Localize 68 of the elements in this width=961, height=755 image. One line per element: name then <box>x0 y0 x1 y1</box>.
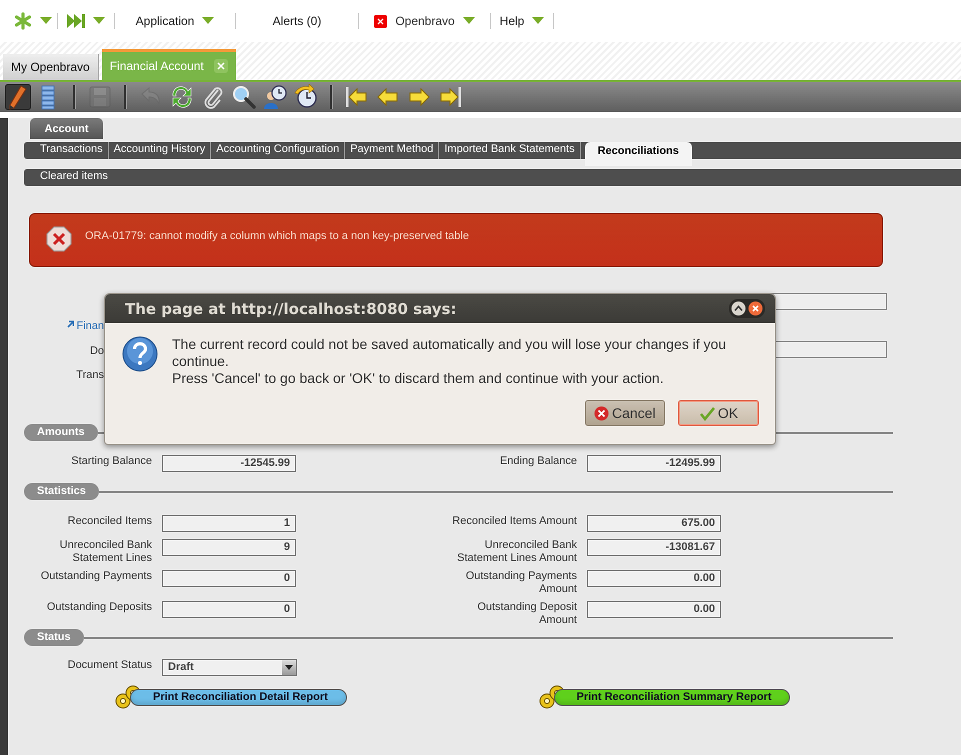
menu-label[interactable]: Help <box>500 14 524 28</box>
print-report-button[interactable]: Print Reconciliation Summary Report <box>554 688 790 706</box>
number-field: 0 <box>162 601 296 618</box>
question-icon <box>122 336 158 372</box>
cancel-icon <box>594 406 609 420</box>
ok-button[interactable]: OK <box>678 400 759 426</box>
alerts-link[interactable]: Alerts (0) <box>272 14 322 28</box>
sub-tab[interactable]: Imported Bank Statements <box>439 142 581 159</box>
field-label: Ending Balance <box>498 455 578 469</box>
field-label: Outstanding Deposits <box>46 601 153 615</box>
sub-tab[interactable]: Reconciliations <box>584 142 692 166</box>
field-label: Trans <box>76 369 104 381</box>
field-label: Reconciled Items <box>66 515 153 529</box>
dialog-message: The current record could not be saved automatically and you will lose your changes if you continue. Press 'Cancel' to go back or 'OK' to discard them and continue with your action. <box>172 336 728 387</box>
search-icon <box>231 84 257 110</box>
dropdown-arrow-icon[interactable] <box>285 665 293 670</box>
sub-tab[interactable]: Transactions <box>34 142 109 159</box>
maximize-icon[interactable] <box>731 301 746 316</box>
field-label: Do <box>90 345 104 357</box>
checkmark-icon <box>698 406 715 420</box>
field-label: Outstanding Payments Amount <box>464 570 578 596</box>
dialog-title: The page at http://localhost:8080 says: <box>125 300 456 318</box>
field-label: Outstanding Payments <box>40 570 153 584</box>
search-button[interactable] <box>231 84 257 110</box>
status-select[interactable]: Draft <box>162 659 297 676</box>
print-report-button[interactable]: Print Reconciliation Detail Report <box>130 688 347 706</box>
number-field: -12545.99 <box>162 455 296 472</box>
sub-tab[interactable]: Payment Method <box>345 142 440 159</box>
caret-icon[interactable] <box>40 17 52 25</box>
number-field: 9 <box>162 539 296 556</box>
field-label: Reconciled Items Amount <box>451 515 578 529</box>
field-label: Document Status <box>66 659 153 673</box>
save-icon <box>87 84 113 110</box>
number-field: -12495.99 <box>587 455 721 472</box>
caret-icon[interactable] <box>202 17 214 25</box>
clock-arrow-icon <box>293 84 319 110</box>
clock-arrow-button[interactable] <box>293 84 319 110</box>
menu-label[interactable]: Application <box>136 14 194 28</box>
number-field: 0 <box>162 570 296 587</box>
window-tab[interactable]: My Openbravo <box>3 54 99 80</box>
caret-icon[interactable] <box>93 17 105 25</box>
number-field: 0.00 <box>587 601 721 618</box>
user-menu-label[interactable]: Openbravo <box>395 14 455 28</box>
caret-icon[interactable] <box>462 17 475 25</box>
asterisk-logo-icon[interactable] <box>14 12 32 30</box>
sub-tab[interactable]: Accounting Configuration <box>211 142 346 159</box>
sub-tab[interactable]: Accounting History <box>108 142 212 159</box>
number-field: 675.00 <box>587 515 721 532</box>
error-icon <box>46 226 72 252</box>
field-label: Outstanding Deposit Amount <box>476 601 578 627</box>
fast-forward-icon[interactable] <box>67 13 85 29</box>
caret-icon[interactable] <box>532 17 544 25</box>
field-label: Starting Balance <box>70 455 153 469</box>
number-field: 1 <box>162 515 296 532</box>
close-icon[interactable] <box>748 301 763 316</box>
account-tab[interactable]: Account <box>30 118 103 139</box>
person-clock-icon <box>262 84 288 110</box>
field-label: Finan <box>76 320 104 332</box>
error-message: ORA-01779: cannot modify a column which maps to a non key-preserved table <box>85 230 469 242</box>
user-status-icon[interactable] <box>374 14 388 28</box>
number-field: -13081.67 <box>587 539 721 556</box>
child-tab[interactable]: Cleared items <box>34 169 113 186</box>
field-label: Unreconciled Bank Statement Lines Amount <box>456 539 578 565</box>
pencil-button[interactable] <box>5 84 31 110</box>
field-label: Unreconciled Bank Statement Lines <box>58 539 153 565</box>
number-field: 0.00 <box>587 570 721 587</box>
person-clock-button[interactable] <box>262 84 288 110</box>
cancel-button[interactable]: Cancel <box>585 400 665 426</box>
